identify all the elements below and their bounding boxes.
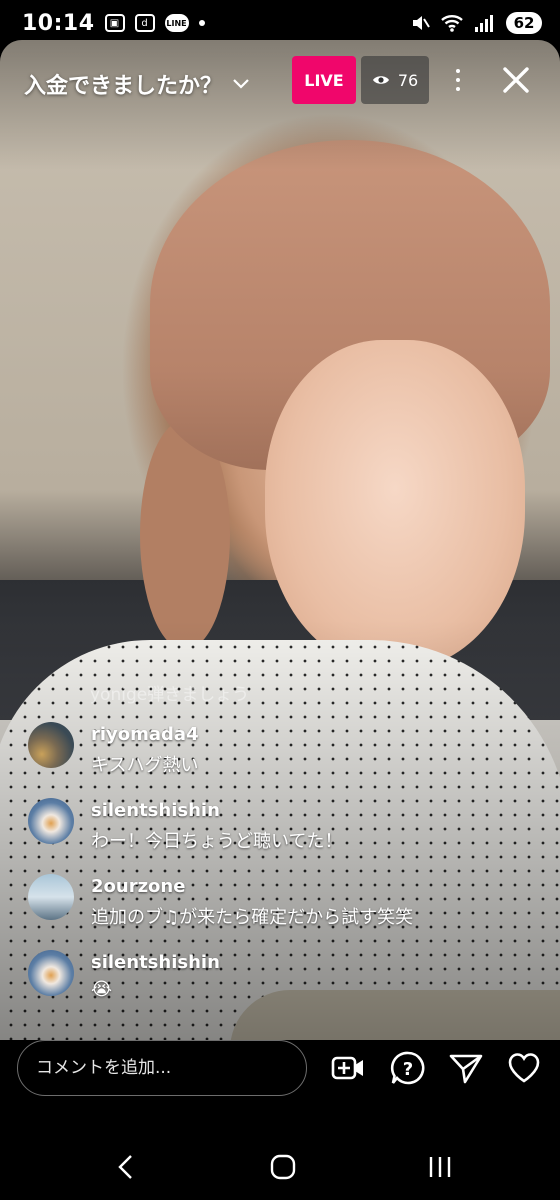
chevron-down-icon (233, 79, 249, 89)
avatar[interactable] (28, 722, 74, 768)
comment-input[interactable] (17, 1040, 307, 1096)
comment-item[interactable]: 2ourzone 追加のブ♫が来たら確定だから試す笑笑 (28, 870, 548, 946)
avatar[interactable] (28, 798, 74, 844)
close-button[interactable] (496, 60, 536, 100)
comment-text: わー！今日ちょうど聴いてた！ (91, 831, 343, 852)
app-d-icon: d (134, 14, 155, 32)
avatar[interactable] (28, 950, 74, 996)
screenshot-icon: ▣ (104, 14, 125, 32)
faded-comment: yonige弾きましょう (90, 685, 250, 705)
send-icon[interactable] (448, 1050, 484, 1086)
line-app-icon: LINE (164, 14, 189, 32)
stream-title: 入金できましたか？ (24, 74, 223, 99)
comment-text: キスハグ熱い (91, 755, 199, 776)
more-icon (456, 69, 460, 73)
stream-title-dropdown[interactable]: 入金できましたか？ (24, 68, 250, 100)
home-icon[interactable] (268, 1152, 298, 1182)
heart-icon[interactable] (506, 1050, 542, 1086)
comment-username[interactable]: silentshishin (91, 800, 220, 821)
eye-icon (372, 76, 389, 84)
svg-text:?: ? (403, 1059, 413, 1080)
clock: 10:14 (22, 10, 95, 36)
battery-indicator: 62 (506, 12, 542, 34)
comment-username[interactable]: 2ourzone (91, 876, 185, 897)
comment-username[interactable]: silentshishin (91, 952, 220, 973)
wifi-icon (441, 15, 463, 32)
signal-icon (475, 15, 493, 32)
live-header: 入金できましたか？ LIVE 76 (0, 56, 560, 106)
add-media-icon[interactable] (330, 1050, 366, 1086)
viewer-count: 76 (397, 70, 419, 90)
viewer-count-badge[interactable]: 76 (361, 56, 429, 104)
back-icon[interactable] (112, 1152, 142, 1182)
comment-item[interactable]: silentshishin わー！今日ちょうど聴いてた！ (28, 794, 548, 870)
system-nav-bar (0, 1130, 560, 1200)
mute-icon (413, 16, 430, 30)
more-options-button[interactable] (448, 60, 468, 100)
comment-list: riyomada4 キスハグ熱い silentshishin わー！今日ちょうど… (28, 718, 548, 1022)
composer-bar: ? (0, 1040, 560, 1130)
comment-text: 追加のブ♫が来たら確定だから試す笑笑 (91, 907, 414, 928)
comment-username[interactable]: riyomada4 (91, 724, 199, 745)
comment-text: 😭 (91, 979, 113, 1000)
notification-dot-icon (198, 20, 205, 26)
avatar[interactable] (28, 874, 74, 920)
comment-item[interactable]: silentshishin 😭 (28, 946, 548, 1022)
comment-item[interactable]: riyomada4 キスハグ熱い (28, 718, 548, 794)
recents-icon[interactable] (425, 1152, 455, 1182)
live-badge: LIVE (292, 56, 356, 104)
question-icon[interactable]: ? (390, 1050, 426, 1086)
